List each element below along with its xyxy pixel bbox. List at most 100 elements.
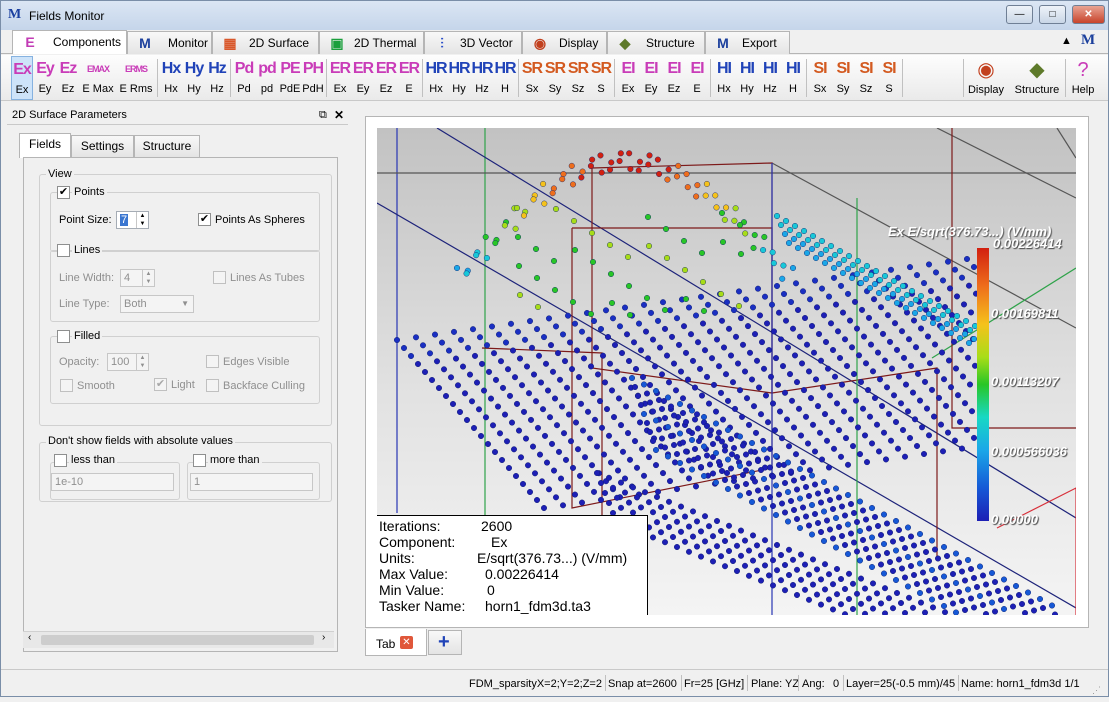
tab-settings[interactable]: Settings <box>71 135 134 157</box>
toolbar-button-hx[interactable]: HR Hx <box>425 56 447 100</box>
toolbar-button-pde[interactable]: PE PdE <box>279 56 301 100</box>
minimize-button[interactable]: — <box>1006 5 1033 24</box>
backface-culling-checkbox[interactable] <box>206 379 219 392</box>
toolbar-separator <box>326 59 327 97</box>
toolbar-button-ey[interactable]: ER Ey <box>352 56 374 100</box>
help-button[interactable]: ? Help <box>1069 56 1097 100</box>
toolbar-button-ey[interactable]: EI Ey <box>640 56 662 100</box>
toolbar-button-label: S <box>597 83 605 95</box>
toolbar-button-ey[interactable]: Ey Ey <box>34 56 56 100</box>
toolbar-button-hz[interactable]: HI Hz <box>759 56 781 100</box>
toolbar-button-ez[interactable]: Ez Ez <box>57 56 79 100</box>
toolbar-button-pdh[interactable]: PH PdH <box>302 56 324 100</box>
points-as-spheres-checkbox[interactable]: ✔ <box>198 213 211 226</box>
smooth-checkbox[interactable] <box>60 379 73 392</box>
collapse-ribbon-icon[interactable]: ▲ <box>1061 35 1072 47</box>
lines-as-tubes-checkbox[interactable] <box>213 271 226 284</box>
toolbar-button-hy[interactable]: HR Hy <box>448 56 470 100</box>
toolbar-button-pd[interactable]: Pd Pd <box>233 56 255 100</box>
toolbar-button-sx[interactable]: SR Sx <box>521 56 543 100</box>
close-tab-icon[interactable]: ✕ <box>400 636 413 649</box>
toolbar-button-ex[interactable]: Ex Ex <box>11 56 33 100</box>
edges-visible-checkbox[interactable] <box>206 355 219 368</box>
toolbar-button-ez[interactable]: EI Ez <box>663 56 685 100</box>
toolbar-button-ex[interactable]: ER Ex <box>329 56 351 100</box>
tab-2d-surface[interactable]: ▦ 2D Surface <box>212 31 319 54</box>
toolbar-button-e-rms[interactable]: ERMS E Rms <box>118 56 154 100</box>
3d-field-viewport[interactable]: Ex E/sqrt(376.73...) (V/mm) 0.00226414 0… <box>377 128 1076 615</box>
toolbar-button-s[interactable]: SI S <box>878 56 900 100</box>
toolbar-button-hy[interactable]: Hy Hy <box>183 56 205 100</box>
toolbar-button-sy[interactable]: SR Sy <box>544 56 566 100</box>
tab-2d-thermal[interactable]: ▣ 2D Thermal <box>319 31 424 54</box>
tab-components[interactable]: E Components <box>12 30 127 54</box>
scroll-right-icon[interactable]: › <box>322 632 325 643</box>
toolbar-button-h[interactable]: HI H <box>782 56 804 100</box>
toolbar-button-hz[interactable]: Hz Hz <box>206 56 228 100</box>
filled-checkbox[interactable] <box>57 330 70 343</box>
toolbar-button-ex[interactable]: EI Ex <box>617 56 639 100</box>
display-button[interactable]: ◉ Display <box>967 56 1005 100</box>
close-panel-icon[interactable]: ✕ <box>334 105 344 125</box>
toolbar-button-hx[interactable]: HI Hx <box>713 56 735 100</box>
spinner-arrows-icon[interactable]: ▲ ▼ <box>142 270 154 286</box>
toolbar-button-label: Sy <box>836 83 850 95</box>
opacity-label: Opacity: <box>59 356 100 368</box>
more-than-input[interactable]: 1 <box>190 473 313 491</box>
toolbar-button-hy[interactable]: HI Hy <box>736 56 758 100</box>
lines-checkbox[interactable] <box>57 244 70 257</box>
help-logo-icon[interactable]: M <box>1081 32 1095 49</box>
component-glyph-icon: Hx <box>161 60 181 77</box>
add-tab-button[interactable]: + <box>428 630 462 655</box>
display-icon: ◉ <box>977 59 995 81</box>
tab-fields[interactable]: Fields <box>19 133 71 158</box>
toolbar-button-hx[interactable]: Hx Hx <box>160 56 182 100</box>
component-glyph-icon: HI <box>717 60 732 77</box>
less-than-checkbox[interactable] <box>54 454 67 467</box>
point-size-input[interactable]: 7 ▲ ▼ <box>116 211 149 229</box>
tab-monitor[interactable]: M Monitor <box>127 31 212 54</box>
toolbar-button-sz[interactable]: SI Sz <box>855 56 877 100</box>
toolbar-button-e[interactable]: EI E <box>686 56 708 100</box>
toolbar-button-pd[interactable]: pd pd <box>256 56 278 100</box>
scrollbar-thumb[interactable] <box>41 635 314 645</box>
toolbar-button-sz[interactable]: SR Sz <box>567 56 589 100</box>
resize-grip-icon[interactable]: ⋰ <box>1092 678 1101 702</box>
component-glyph-icon: HR <box>471 60 493 77</box>
close-button[interactable]: ✕ <box>1072 5 1105 24</box>
toolbar-button-hz[interactable]: HR Hz <box>471 56 493 100</box>
light-checkbox[interactable]: ✔ <box>154 378 167 391</box>
more-than-checkbox[interactable] <box>193 454 206 467</box>
maximize-button[interactable]: □ <box>1039 5 1066 24</box>
tab-3d-vector[interactable]: ⫶ 3D Vector <box>424 31 522 54</box>
toolbar-button-label: Ex <box>621 83 635 95</box>
points-checkbox[interactable]: ✔ <box>57 186 70 199</box>
toolbar-button-e[interactable]: ER E <box>398 56 420 100</box>
tab-display[interactable]: ◉ Display <box>522 31 607 54</box>
float-panel-icon[interactable]: ⧉ <box>319 105 327 125</box>
filled-group <box>50 336 320 404</box>
scroll-left-icon[interactable]: ‹ <box>28 632 31 643</box>
spinner-arrows-icon[interactable]: ▲ ▼ <box>136 354 148 370</box>
spinner-arrows-icon[interactable]: ▲ ▼ <box>136 212 148 228</box>
components-icon: E <box>25 34 35 50</box>
toolbar-button-s[interactable]: SR S <box>590 56 612 100</box>
panel-horizontal-scrollbar[interactable]: ‹ › <box>23 631 334 648</box>
tab-export[interactable]: M Export <box>705 31 790 54</box>
tab-structure-panel[interactable]: Structure <box>134 135 200 157</box>
toolbar-button-sy[interactable]: SI Sy <box>832 56 854 100</box>
tab-label: Components <box>53 35 122 49</box>
tab-structure[interactable]: ◆ Structure <box>607 31 705 54</box>
structure-button[interactable]: ◆ Structure <box>1013 56 1061 100</box>
viewport-tab[interactable]: Tab ✕ <box>365 629 427 656</box>
line-type-select[interactable]: Both ▼ <box>120 295 194 313</box>
toolbar-button-e-max[interactable]: EMAX E Max <box>80 56 116 100</box>
toolbar-button-sx[interactable]: SI Sx <box>809 56 831 100</box>
title-bar: M Fields Monitor — □ ✕ <box>1 1 1108 30</box>
toolbar-button-ez[interactable]: ER Ez <box>375 56 397 100</box>
opacity-input[interactable]: 100 ▲ ▼ <box>107 353 149 371</box>
component-glyph-icon: ERMS <box>124 64 148 74</box>
line-width-input[interactable]: 4 ▲ ▼ <box>120 269 155 287</box>
less-than-input[interactable]: 1e-10 <box>51 473 174 491</box>
toolbar-button-h[interactable]: HR H <box>494 56 516 100</box>
